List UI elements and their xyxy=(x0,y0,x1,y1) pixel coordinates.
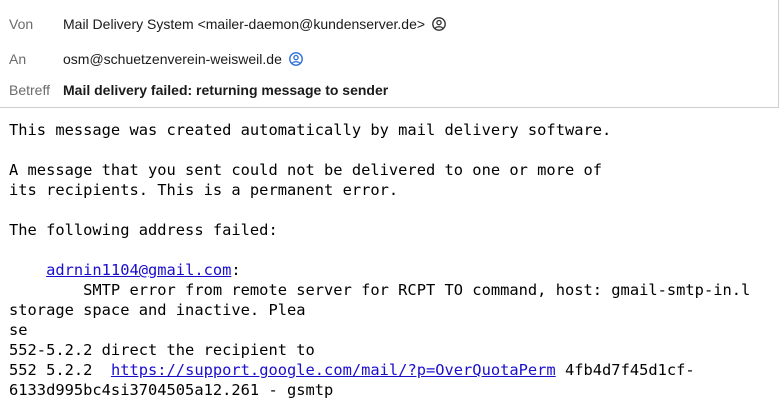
from-address[interactable]: Mail Delivery System <mailer-daemon@kund… xyxy=(63,16,425,32)
contact-card-icon[interactable] xyxy=(288,52,303,66)
body-line: 4fb4d7f45d1cf- xyxy=(555,361,695,379)
body-line: storage space and inactive. Plea xyxy=(9,301,306,319)
message-header: Von Mail Delivery System <mailer-daemon@… xyxy=(0,0,779,108)
body-line: its recipients. This is a permanent erro… xyxy=(9,181,399,199)
failed-address-link[interactable]: adrnin1104@gmail.com xyxy=(46,261,231,279)
to-address[interactable]: osm@schuetzenverein-weisweil.de xyxy=(63,51,282,67)
body-line: 6133d995bc4si3704505a12.261 - gsmtp xyxy=(9,381,334,399)
body-line: SMTP error from remote server for RCPT T… xyxy=(9,281,751,299)
to-label: An xyxy=(9,51,27,67)
message-body: This message was created automatically b… xyxy=(9,120,750,400)
body-line: A message that you sent could not be del… xyxy=(9,161,603,179)
body-line: The following address failed: xyxy=(9,221,278,239)
to-value[interactable]: osm@schuetzenverein-weisweil.de xyxy=(63,51,303,67)
support-link[interactable]: https://support.google.com/mail/?p=OverQ… xyxy=(111,361,556,379)
body-line: 552 5.2.2 xyxy=(9,361,111,379)
contact-card-icon[interactable] xyxy=(432,17,446,31)
from-value[interactable]: Mail Delivery System <mailer-daemon@kund… xyxy=(63,16,446,32)
from-label: Von xyxy=(9,16,34,32)
subject-value: Mail delivery failed: returning message … xyxy=(63,82,389,98)
body-line: This message was created automatically b… xyxy=(9,121,612,139)
body-line: 552-5.2.2 direct the recipient to xyxy=(9,341,315,359)
subject-label: Betreff xyxy=(9,82,50,98)
address-suffix: : xyxy=(231,261,241,279)
body-line: se xyxy=(9,321,28,339)
